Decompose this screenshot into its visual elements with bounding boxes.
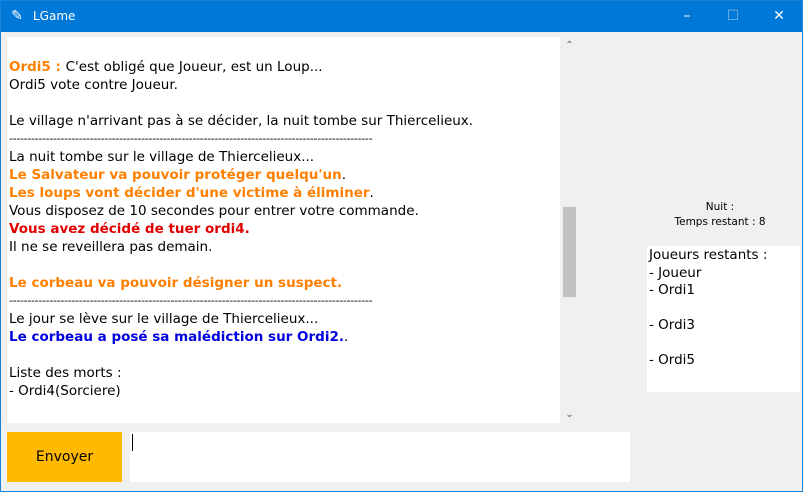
send-button[interactable]: Envoyer (7, 432, 122, 482)
chat-line: La nuit tombe sur le village de Thiercel… (9, 148, 560, 166)
close-button[interactable]: ✕ (756, 1, 802, 32)
chat-text: Le corbeau va pouvoir désigner un suspec… (9, 275, 343, 291)
chat-line (9, 256, 560, 274)
player-item (649, 335, 800, 353)
phase-label: Nuit : (705, 201, 735, 213)
chat-text: . (344, 329, 349, 345)
player-item: - Ordi1 (649, 282, 696, 298)
chat-log[interactable]: Ordi5 : C'est obligé que Joueur, est un … (7, 37, 560, 423)
chat-text: Vous avez décidé de tuer ordi4. (9, 221, 250, 237)
chat-lines: Ordi5 : C'est obligé que Joueur, est un … (9, 58, 560, 400)
command-input[interactable] (130, 432, 630, 482)
text-caret (132, 434, 133, 451)
chat-text: . (341, 167, 346, 183)
chat-text: Le Salvateur va pouvoir protéger quelqu'… (9, 167, 342, 183)
player-item: - Ordi3 (649, 317, 696, 333)
minimize-button[interactable]: – (664, 1, 710, 32)
players-heading: Joueurs restants : (649, 247, 768, 263)
chat-text: Le jour se lève sur le village de Thierc… (9, 311, 319, 327)
chat-line: - Ordi4(Sorciere) (9, 382, 560, 400)
title-bar[interactable]: ✎ LGame – ☐ ✕ (1, 1, 802, 32)
feather-icon: ✎ (11, 8, 23, 24)
chat-line: Le corbeau va pouvoir désigner un suspec… (9, 274, 560, 292)
chat-line: ----------------------------------------… (9, 130, 560, 148)
player-item (649, 300, 800, 318)
maximize-button[interactable]: ☐ (710, 1, 756, 32)
time-remaining: Temps restant : 8 (674, 216, 766, 228)
remaining-players-list: Joueurs restants :- Joueur - Ordi1 - Ordi3… (647, 246, 800, 392)
chat-line: Liste des morts : (9, 364, 560, 382)
game-status: Nuit : Temps restant : 8 (640, 200, 800, 230)
chat-text: Liste des morts : (9, 365, 122, 381)
chat-line: ----------------------------------------… (9, 292, 560, 310)
chat-text: Les loups vont décider d'une victime à é… (9, 185, 370, 201)
chat-line: Il ne se reveillera pas demain. (9, 238, 560, 256)
chat-line: Le corbeau a posé sa malédiction sur Ord… (9, 328, 560, 346)
chat-line: Vous avez décidé de tuer ordi4. (9, 220, 560, 238)
window-title: LGame (33, 9, 76, 23)
scroll-up-icon[interactable]: ⌃ (562, 37, 577, 54)
chat-text: Le corbeau a posé sa malédiction sur Ord… (9, 329, 344, 345)
chat-line: Le Salvateur va pouvoir protéger quelqu'… (9, 166, 560, 184)
separator: ----------------------------------------… (9, 294, 373, 307)
chat-line: Les loups vont décider d'une victime à é… (9, 184, 560, 202)
chat-line (9, 94, 560, 112)
chat-text: - Ordi4(Sorciere) (9, 383, 121, 399)
player-item: - Joueur (649, 264, 702, 281)
chat-line: Le jour se lève sur le village de Thierc… (9, 310, 560, 328)
chat-text: Le village n'arrivant pas à se décider, … (9, 113, 474, 129)
player-item: - Ordi5 (649, 352, 696, 368)
chat-text: C'est obligé que Joueur, est un Loup... (65, 59, 323, 75)
chat-line: Vous disposez de 10 secondes pour entrer… (9, 202, 560, 220)
chat-text: Ordi5 : (9, 59, 66, 75)
scroll-thumb[interactable] (563, 207, 576, 297)
chat-text: . (369, 185, 374, 201)
chat-line: Ordi5 : C'est obligé que Joueur, est un … (9, 58, 560, 76)
chat-line: Ordi5 vote contre Joueur. (9, 76, 560, 94)
chat-text: Il ne se reveillera pas demain. (9, 239, 213, 255)
chat-text: Vous disposez de 10 secondes pour entrer… (9, 203, 419, 219)
chat-text: Ordi5 vote contre Joueur. (9, 77, 178, 93)
chat-line: Le village n'arrivant pas à se décider, … (9, 112, 560, 130)
chat-line (9, 346, 560, 364)
chat-text: La nuit tombe sur le village de Thiercel… (9, 149, 315, 165)
separator: ----------------------------------------… (9, 132, 373, 145)
scroll-down-icon[interactable]: ⌄ (562, 406, 577, 423)
chat-scrollbar[interactable]: ⌃ ⌄ (562, 37, 577, 423)
